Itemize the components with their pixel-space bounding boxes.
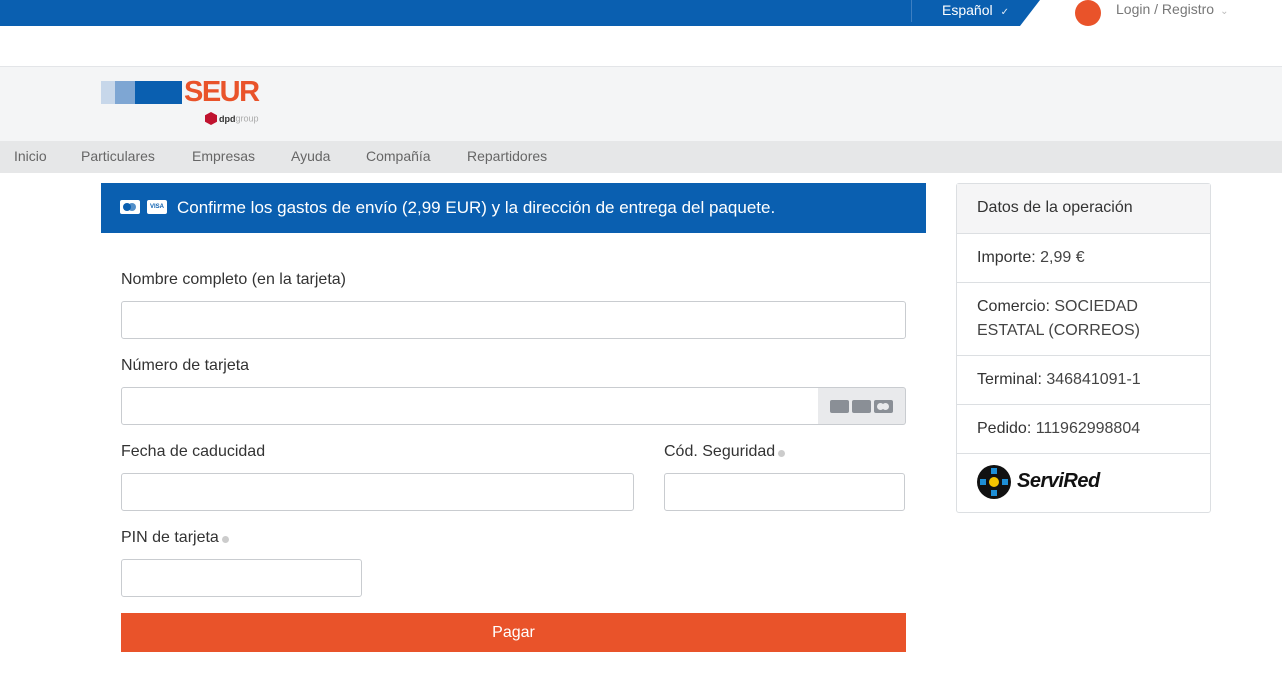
order-row: Pedido: 111962998804 <box>957 404 1210 453</box>
order-value: 111962998804 <box>1035 420 1141 437</box>
operation-panel: Datos de la operación Importe: 2,99 € Co… <box>956 183 1211 513</box>
card-number-label: Número de tarjeta <box>121 357 250 374</box>
info-icon[interactable] <box>221 536 229 543</box>
servired-wordmark: ServiRed <box>1017 470 1100 492</box>
terminal-key: Terminal: <box>977 371 1042 388</box>
group-wordmark: group <box>235 113 259 124</box>
nav-item-particulares[interactable]: Particulares <box>81 148 155 164</box>
pin-input[interactable] <box>121 559 362 597</box>
merchant-key: Comercio: <box>977 298 1050 315</box>
mastercard-icon <box>874 400 893 413</box>
card-brands-addon <box>818 387 906 425</box>
login-label: Login / Registro <box>1116 1 1215 17</box>
visa-icon <box>830 400 849 413</box>
language-label: Español <box>942 2 993 18</box>
banner-message: Confirme los gastos de envío (2,99 EUR) … <box>177 198 776 217</box>
payment-banner: VISA Confirme los gastos de envío (2,99 … <box>101 183 926 233</box>
nav-item-ayuda[interactable]: Ayuda <box>291 148 330 164</box>
servired-sun-icon <box>977 465 1011 499</box>
amount-value: 2,99 € <box>1040 249 1085 266</box>
logo-stripe <box>115 81 135 104</box>
cardholder-name-input[interactable] <box>121 301 906 339</box>
nav-item-empresas[interactable]: Empresas <box>192 148 255 164</box>
language-selector[interactable]: Español ✓ <box>942 2 1009 18</box>
amount-row: Importe: 2,99 € <box>957 233 1210 282</box>
amex-icon <box>852 400 871 413</box>
pin-label: PIN de tarjeta <box>121 529 219 546</box>
logo-stripe <box>101 81 115 104</box>
dpd-cube-icon <box>205 112 217 125</box>
nav-item-repartidores[interactable]: Repartidores <box>467 148 547 164</box>
divider <box>911 0 912 22</box>
logo-wordmark: SEUR <box>184 76 260 108</box>
card-number-input[interactable] <box>121 387 819 425</box>
chevron-down-icon: ⌄ <box>1220 6 1229 17</box>
expiry-input[interactable] <box>121 473 634 511</box>
operation-title: Datos de la operación <box>957 184 1210 233</box>
mastercard-icon <box>120 200 140 214</box>
expiry-label: Fecha de caducidad <box>121 443 266 460</box>
dpd-group-logo: dpdgroup <box>205 112 275 128</box>
order-key: Pedido: <box>977 420 1032 437</box>
pin-label-wrap: PIN de tarjeta <box>121 529 229 547</box>
main-nav: Inicio Particulares Empresas Ayuda Compa… <box>0 141 1282 173</box>
nav-item-inicio[interactable]: Inicio <box>14 148 47 164</box>
pay-button[interactable]: Pagar <box>121 613 906 652</box>
nav-item-compania[interactable]: Compañía <box>366 148 431 164</box>
cvv-input[interactable] <box>664 473 905 511</box>
seur-logo[interactable]: SEUR dpdgroup <box>101 76 271 130</box>
info-icon[interactable] <box>778 450 786 457</box>
merchant-row: Comercio: SOCIEDAD ESTATAL (CORREOS) <box>957 282 1210 355</box>
amount-key: Importe: <box>977 249 1036 266</box>
login-link[interactable]: Login / Registro ⌄ <box>1116 1 1228 17</box>
cvv-label-wrap: Cód. Seguridad <box>664 443 786 461</box>
visa-icon: VISA <box>147 200 167 214</box>
logo-stripe <box>135 81 182 104</box>
name-label: Nombre completo (en la tarjeta) <box>121 271 346 288</box>
chevron-down-icon: ✓ <box>1000 7 1009 18</box>
cvv-label: Cód. Seguridad <box>664 443 776 460</box>
terminal-row: Terminal: 346841091-1 <box>957 355 1210 404</box>
user-icon[interactable] <box>1075 0 1101 26</box>
terminal-value: 346841091-1 <box>1046 371 1141 388</box>
dpd-wordmark: dpd <box>219 113 236 124</box>
